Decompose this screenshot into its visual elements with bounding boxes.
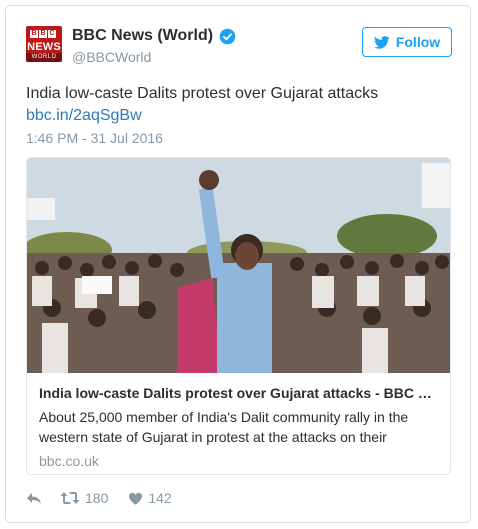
- card-description: About 25,000 member of India's Dalit com…: [39, 409, 409, 445]
- card-image[interactable]: [27, 158, 450, 373]
- bbc-logo-letter: B: [30, 30, 38, 38]
- bbc-logo: B B C: [30, 30, 56, 38]
- like-button[interactable]: 142: [128, 490, 172, 506]
- tweet-actions: 180 142: [26, 488, 172, 508]
- link-card[interactable]: India low-caste Dalits protest over Guja…: [26, 157, 451, 475]
- tweet-embed: B B C NEWS WORLD BBC News (World) @BBCWo…: [5, 5, 471, 523]
- retweet-count: 180: [85, 490, 109, 506]
- retweet-button[interactable]: 180: [60, 490, 108, 506]
- card-domain: bbc.co.uk: [39, 453, 99, 469]
- display-name-text: BBC News (World): [72, 27, 214, 44]
- avatar[interactable]: B B C NEWS WORLD: [26, 26, 62, 62]
- follow-button[interactable]: Follow: [362, 27, 452, 57]
- retweet-icon: [60, 492, 80, 504]
- reply-icon: [27, 492, 41, 504]
- bbc-logo-letter: C: [48, 30, 56, 38]
- account-name-block: BBC News (World) @BBCWorld: [72, 26, 236, 66]
- bird-icon: [373, 35, 390, 49]
- tweet-text: India low-caste Dalits protest over Guja…: [26, 85, 379, 102]
- follow-button-label: Follow: [395, 34, 441, 50]
- tweet-timestamp[interactable]: 1:46 PM - 31 Jul 2016: [26, 129, 163, 147]
- card-body: India low-caste Dalits protest over Guja…: [27, 373, 450, 470]
- account-display-name[interactable]: BBC News (World): [72, 26, 236, 46]
- like-count: 142: [148, 490, 172, 506]
- bbc-logo-letter: B: [39, 30, 47, 38]
- verified-badge-icon: [219, 28, 236, 44]
- reply-button[interactable]: [26, 492, 42, 505]
- card-title[interactable]: India low-caste Dalits protest over Guja…: [39, 384, 438, 402]
- protest-photo: [27, 158, 450, 373]
- heart-icon: [129, 492, 143, 505]
- tweet-link[interactable]: bbc.in/2aqSgBw: [26, 105, 142, 127]
- account-handle[interactable]: @BBCWorld: [72, 48, 236, 66]
- avatar-news-text: NEWS: [27, 41, 61, 53]
- avatar-world-text: WORLD: [26, 53, 62, 62]
- tweet-header: B B C NEWS WORLD BBC News (World) @BBCWo…: [26, 26, 452, 70]
